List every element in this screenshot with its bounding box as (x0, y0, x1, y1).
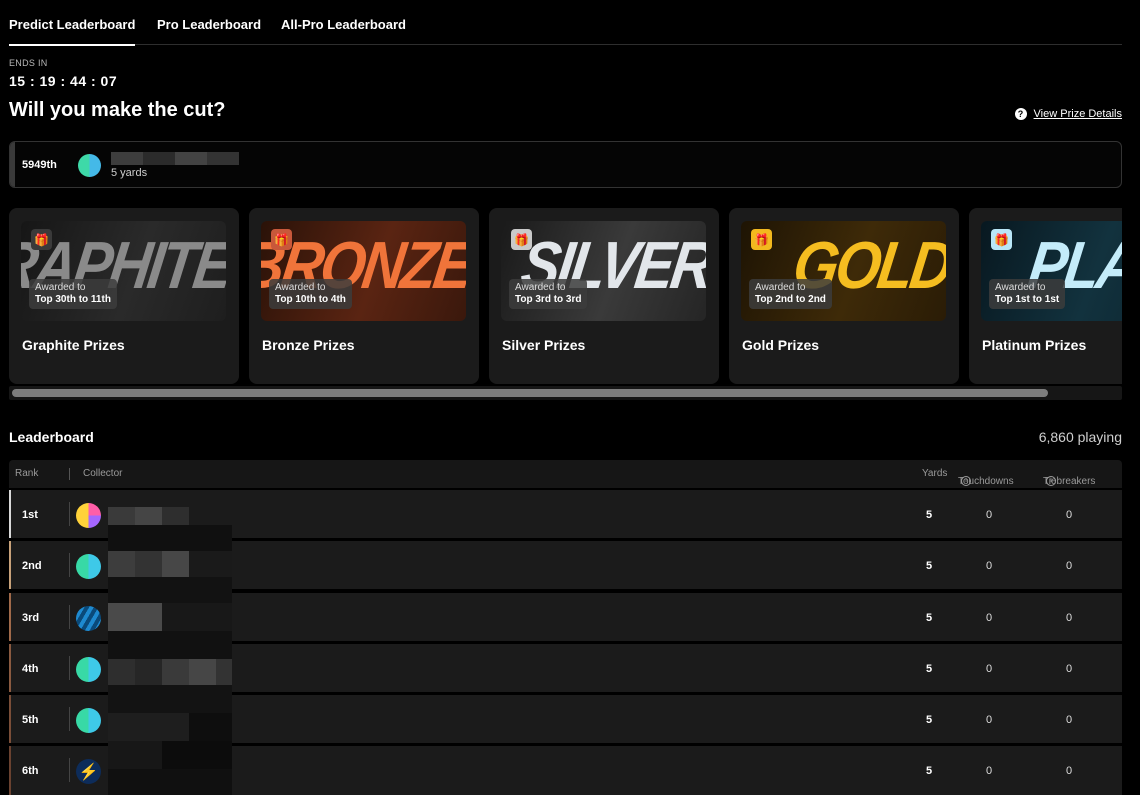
prize-card-platinum[interactable]: PLATINUM 🎁 Awarded to Top 1st to 1st Pla… (969, 208, 1122, 384)
row-yards: 5 (926, 663, 933, 675)
column-divider (69, 468, 70, 480)
tab-predict-leaderboard[interactable]: Predict Leaderboard (9, 17, 136, 46)
my-rank-card: 5949th 5 yards (9, 141, 1122, 188)
row-touchdowns: 0 (986, 765, 993, 777)
column-divider (69, 553, 70, 577)
avatar (76, 606, 101, 631)
award-range-badge: Awarded to Top 3rd to 3rd (509, 279, 588, 309)
prize-card-image: GRAPHITE 🎁 Awarded to Top 30th to 11th (21, 221, 226, 321)
award-range-badge: Awarded to Top 30th to 11th (29, 279, 117, 309)
prize-card-graphite[interactable]: GRAPHITE 🎁 Awarded to Top 30th to 11th G… (9, 208, 239, 384)
row-yards: 5 (926, 560, 933, 572)
redacted-username (111, 152, 239, 165)
award-range-badge: Awarded to Top 10th to 4th (269, 279, 352, 309)
avatar (76, 708, 101, 733)
rank-accent (9, 541, 11, 589)
row-tiebreakers: 0 (1066, 612, 1073, 624)
tab-pro-leaderboard[interactable]: Pro Leaderboard (157, 17, 261, 32)
prize-card-image: BRONZE 🎁 Awarded to Top 10th to 4th (261, 221, 466, 321)
players-count: 6,860 playing (1038, 429, 1122, 445)
row-tiebreakers: 0 (1066, 560, 1073, 572)
prize-card-image: SILVER 🎁 Awarded to Top 3rd to 3rd (501, 221, 706, 321)
row-touchdowns: 0 (986, 714, 993, 726)
row-rank: 5th (22, 714, 39, 726)
info-icon[interactable]: i (1046, 476, 1056, 486)
gift-icon: 🎁 (991, 229, 1012, 250)
gift-icon: 🎁 (511, 229, 532, 250)
avatar (78, 154, 101, 177)
carousel-scrollbar[interactable] (9, 386, 1122, 400)
prize-card-title: Platinum Prizes (982, 337, 1087, 353)
rank-accent (9, 490, 11, 538)
scrollbar-thumb[interactable] (12, 389, 1048, 397)
leaderboard-tabs: Predict Leaderboard Pro Leaderboard All-… (9, 0, 1122, 46)
row-touchdowns: 0 (986, 612, 993, 624)
column-yards[interactable]: Yards (922, 468, 947, 479)
info-icon[interactable]: i (961, 476, 971, 486)
avatar (76, 657, 101, 682)
my-rank-position: 5949th (22, 159, 57, 171)
prize-card-silver[interactable]: SILVER 🎁 Awarded to Top 3rd to 3rd Silve… (489, 208, 719, 384)
prize-cards-carousel: GRAPHITE 🎁 Awarded to Top 30th to 11th G… (9, 208, 1122, 384)
rank-accent (9, 746, 11, 795)
column-rank: Rank (15, 468, 39, 479)
view-prize-details-link[interactable]: ? View Prize Details (1014, 108, 1122, 120)
column-divider (69, 502, 70, 526)
page-headline: Will you make the cut? (9, 99, 226, 121)
gift-icon: 🎁 (271, 229, 292, 250)
row-tiebreakers: 0 (1066, 765, 1073, 777)
my-rank-yards: 5 yards (111, 167, 148, 179)
column-divider (69, 707, 70, 731)
row-yards: 5 (926, 765, 933, 777)
prize-card-title: Gold Prizes (742, 337, 820, 353)
gift-icon: 🎁 (751, 229, 772, 250)
column-divider (69, 758, 70, 782)
row-rank: 3rd (22, 612, 40, 624)
row-tiebreakers: 0 (1066, 714, 1073, 726)
row-rank: 4th (22, 663, 39, 675)
row-touchdowns: 0 (986, 509, 993, 521)
gift-icon: 🎁 (31, 229, 52, 250)
rank-accent (9, 644, 11, 692)
prize-card-gold[interactable]: GOLD 🎁 Awarded to Top 2nd to 2nd Gold Pr… (729, 208, 959, 384)
award-range-badge: Awarded to Top 1st to 1st (989, 279, 1066, 309)
column-divider (69, 605, 70, 629)
row-yards: 5 (926, 612, 933, 624)
row-tiebreakers: 0 (1066, 509, 1073, 521)
prize-card-title: Bronze Prizes (262, 337, 355, 353)
prize-card-title: Silver Prizes (502, 337, 586, 353)
row-touchdowns: 0 (986, 663, 993, 675)
prize-card-image: GOLD 🎁 Awarded to Top 2nd to 2nd (741, 221, 946, 321)
view-prize-details-label[interactable]: View Prize Details (1034, 108, 1122, 120)
avatar (76, 554, 101, 579)
rank-accent (9, 593, 11, 641)
countdown-timer: 15 : 19 : 44 : 07 (9, 73, 118, 89)
question-icon: ? (1014, 108, 1027, 120)
lightning-icon: ⚡ (76, 759, 101, 784)
tab-all-pro-leaderboard[interactable]: All-Pro Leaderboard (281, 17, 406, 32)
row-touchdowns: 0 (986, 560, 993, 572)
row-tiebreakers: 0 (1066, 663, 1073, 675)
prize-card-title: Graphite Prizes (22, 337, 125, 353)
prize-card-image: PLATINUM 🎁 Awarded to Top 1st to 1st (981, 221, 1122, 321)
countdown-label: ENDS IN (9, 58, 48, 68)
row-rank: 6th (22, 765, 39, 777)
avatar (76, 503, 101, 528)
leaderboard-title: Leaderboard (9, 429, 94, 445)
column-divider (69, 656, 70, 680)
redacted-collector-names (108, 507, 232, 795)
prize-card-bronze[interactable]: BRONZE 🎁 Awarded to Top 10th to 4th Bron… (249, 208, 479, 384)
row-yards: 5 (926, 509, 933, 521)
column-collector: Collector (83, 468, 123, 479)
row-rank: 2nd (22, 560, 42, 572)
rank-accent (9, 695, 11, 743)
award-range-badge: Awarded to Top 2nd to 2nd (749, 279, 832, 309)
row-rank: 1st (22, 509, 38, 521)
row-yards: 5 (926, 714, 933, 726)
leaderboard-table-header: Rank Collector Yards Touchdowns i Tiebrea… (9, 460, 1122, 488)
